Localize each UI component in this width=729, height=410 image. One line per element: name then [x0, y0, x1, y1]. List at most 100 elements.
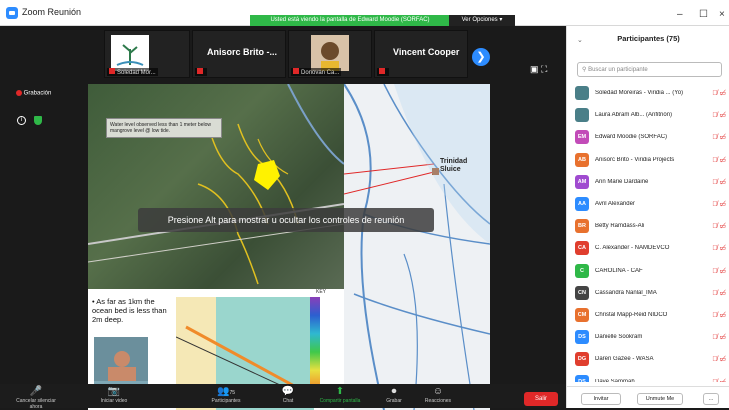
participant-list: Soledad Moreiras - Viridia ... (Yo) 🎙̸ ▭̸…: [567, 82, 729, 382]
participant-row[interactable]: AM Ann Marie Dardaine 🎙̸ ▭̸: [567, 171, 729, 193]
alt-hint-overlay: Presione Alt para mostrar u ocultar los …: [138, 208, 434, 232]
more-button[interactable]: ...: [703, 393, 719, 405]
info-icon[interactable]: i: [17, 116, 26, 125]
participant-name: Christal Mapp-Reid NIDCO: [595, 311, 668, 318]
reactions-icon: ☺: [432, 386, 444, 397]
participant-row[interactable]: C CAROLINA - CAF 🎙̸ ▭̸: [567, 260, 729, 282]
video-tile[interactable]: Vincent Cooper: [374, 30, 468, 78]
maximize-button[interactable]: ☐: [699, 9, 708, 20]
video-tile[interactable]: Anisorc Brito -...: [192, 30, 286, 78]
participant-row[interactable]: DG Daren Gazee - WASA 🎙̸ ▭̸: [567, 348, 729, 370]
video-tile[interactable]: Soledad Mor...: [104, 30, 190, 78]
participant-row[interactable]: Soledad Moreiras - Viridia ... (Yo) 🎙̸ ▭̸: [567, 82, 729, 104]
muted-mic-icon: 🎙̸ ▭̸: [712, 178, 726, 186]
recording-label: Grabación: [23, 90, 52, 97]
recording-indicator: Grabación: [16, 90, 51, 97]
unmute-button[interactable]: 🎤 Cancelar silenciar ahora: [10, 386, 62, 410]
start-video-button[interactable]: 📷 Iniciar video: [88, 386, 140, 408]
participant-row[interactable]: DS Danielle Sookram 🎙̸ ▭̸: [567, 326, 729, 348]
participant-row[interactable]: AA Avril Alexander 🎙̸ ▭̸: [567, 193, 729, 215]
avatar: CM: [575, 307, 589, 322]
mangrove-logo-icon: [111, 35, 149, 71]
participant-row[interactable]: BR Betty Ramdass-Ali 🎙̸ ▭̸: [567, 215, 729, 237]
legend-key-label: KEY: [316, 289, 327, 295]
participant-count: 75: [229, 390, 235, 396]
tile-name: Donovan Ca...: [291, 68, 342, 76]
shared-screen: Water level observed less than 1 meter b…: [88, 84, 490, 410]
search-input[interactable]: ⚲ Buscar un participante: [577, 62, 722, 77]
meeting-stage: Soledad Mor... Anisorc Brito -... Donova…: [0, 26, 566, 410]
participant-row[interactable]: Laura Abram Alb... (Anfitrión) 🎙̸ ▭̸: [567, 104, 729, 126]
muted-mic-icon: 🎙̸ ▭̸: [712, 112, 726, 120]
participant-name: CAROLINA - CAF: [595, 267, 643, 274]
muted-mic-icon: [379, 68, 385, 74]
participants-button[interactable]: 👥75 Participantes: [200, 386, 252, 408]
river-map: Trinidad Sluice: [343, 84, 490, 410]
avatar: AA: [575, 197, 589, 212]
participant-name: Ann Marie Dardaine: [595, 178, 649, 185]
share-screen-button[interactable]: ⬆ Compartir pantalla: [314, 386, 366, 408]
view-options-button[interactable]: Ver Opciones ▾: [449, 15, 515, 26]
view-mode-icons[interactable]: ▣ ⛶: [530, 64, 547, 75]
avatar: DS: [575, 330, 589, 345]
camera-icon: 📷: [107, 386, 121, 397]
participant-name: Laura Abram Alb... (Anfitrión): [595, 112, 673, 119]
participant-name: Danielle Sookram: [595, 334, 643, 341]
muted-mic-icon: 🎙̸ ▭̸: [712, 134, 726, 142]
invite-button[interactable]: Invitar: [581, 393, 621, 405]
muted-mic-icon: 🎙̸ ▭̸: [712, 378, 726, 382]
avatar: DG: [575, 352, 589, 367]
participant-row[interactable]: CM Christal Mapp-Reid NIDCO 🎙̸ ▭̸: [567, 304, 729, 326]
participant-name: Edward Moodie (SORFAC): [595, 134, 668, 141]
mic-icon: 🎤: [29, 386, 43, 397]
close-button[interactable]: ×: [719, 9, 725, 20]
slide-bullet: • As far as 1km the ocean bed is less th…: [92, 297, 167, 324]
participant-row[interactable]: CN Cassandra Nanlal_IMA 🎙̸ ▭̸: [567, 282, 729, 304]
panel-footer: Invitar Unmute Me ...: [567, 386, 729, 408]
muted-mic-icon: [197, 68, 203, 74]
share-icon: ⬆: [335, 386, 345, 397]
participant-name: Daren Gazee - WASA: [595, 356, 654, 363]
tile-name: Vincent Cooper: [393, 47, 460, 57]
participant-name: Avril Alexander: [595, 201, 635, 208]
avatar: CN: [575, 285, 589, 300]
next-page-icon[interactable]: ❯: [472, 48, 490, 66]
muted-mic-icon: 🎙̸ ▭̸: [712, 223, 726, 231]
record-dot-icon: [16, 90, 22, 96]
window-title: Zoom Reunión: [22, 7, 82, 17]
participants-panel: ⌄ Participantes (75) ⚲ Buscar un partici…: [566, 26, 729, 408]
participant-row[interactable]: EM Edward Moodie (SORFAC) 🎙̸ ▭̸: [567, 126, 729, 148]
leave-button[interactable]: Salir: [524, 392, 558, 406]
muted-mic-icon: 🎙̸ ▭̸: [712, 156, 726, 164]
muted-mic-icon: 🎙̸ ▭̸: [712, 267, 726, 275]
muted-mic-icon: [293, 68, 299, 74]
panel-title: Participantes (75): [617, 34, 680, 43]
participant-name: Soledad Moreiras - Viridia ... (Yo): [595, 90, 684, 97]
avatar: DS: [575, 374, 589, 382]
avatar: [311, 35, 349, 71]
participant-row[interactable]: CA C. Alexander - NAMDEVCO 🎙̸ ▭̸: [567, 237, 729, 259]
avatar: C: [575, 263, 589, 278]
chat-button[interactable]: 💬 Chat: [262, 386, 314, 408]
avatar: AM: [575, 174, 589, 189]
tile-mute: [195, 68, 207, 76]
avatar: CA: [575, 241, 589, 256]
title-bar: Zoom Reunión Usted está viendo la pantal…: [0, 0, 729, 26]
muted-mic-icon: [109, 68, 115, 74]
map-label: Trinidad Sluice: [440, 158, 468, 173]
satellite-image: Water level observed less than 1 meter b…: [88, 84, 345, 289]
muted-mic-icon: 🎙̸ ▭̸: [712, 334, 726, 342]
participant-name: Dave Sammah: [595, 378, 635, 382]
minimize-button[interactable]: –: [677, 9, 683, 20]
participant-row[interactable]: AB Anisorc Brito - Viridia Projects 🎙̸ ▭̸: [567, 149, 729, 171]
reactions-button[interactable]: ☺ Reacciones: [412, 386, 464, 408]
unmute-me-button[interactable]: Unmute Me: [637, 393, 683, 405]
security-shield-icon[interactable]: [34, 116, 42, 125]
video-tile[interactable]: Donovan Ca...: [288, 30, 372, 78]
avatar: EM: [575, 130, 589, 145]
avatar: [575, 86, 589, 101]
participant-row[interactable]: DS Dave Sammah 🎙̸ ▭̸: [567, 370, 729, 382]
zoom-logo-icon: [6, 7, 18, 19]
participant-name: C. Alexander - NAMDEVCO: [595, 245, 670, 252]
avatar: [575, 108, 589, 123]
